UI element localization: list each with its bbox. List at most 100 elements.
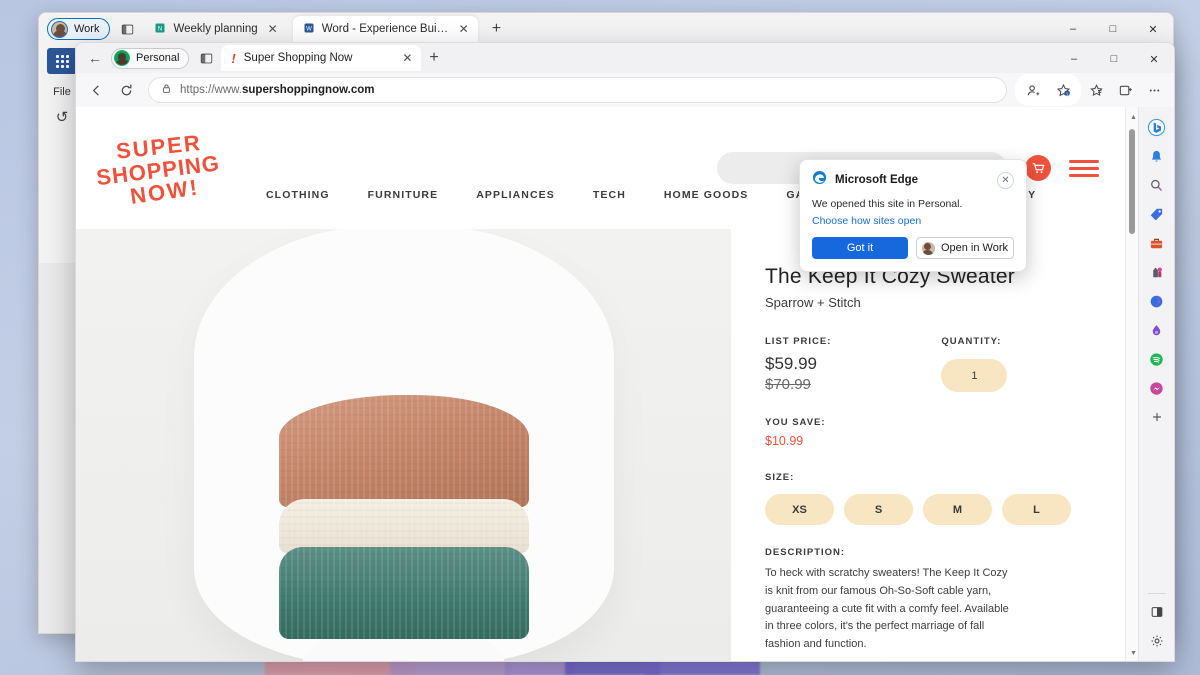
tab-actions-icon[interactable] [116, 18, 138, 40]
address-bar-url: https://www.supershoppingnow.com [180, 84, 374, 96]
open-in-work-label: Open in Work [941, 242, 1008, 254]
spotify-icon[interactable] [1143, 345, 1171, 373]
you-save-value: $10.99 [765, 434, 1095, 448]
word-tab-weekly-planning[interactable]: N Weekly planning ✕ [144, 16, 286, 43]
you-save-label: YOU SAVE: [765, 417, 1095, 428]
close-icon[interactable]: ✕ [456, 23, 472, 35]
choose-how-sites-open-link[interactable]: Choose how sites open [812, 215, 1014, 227]
shopping-cart-icon[interactable] [1025, 155, 1051, 181]
minimize-button[interactable]: – [1053, 13, 1093, 45]
size-block: SIZE: XS S M L [765, 472, 1095, 525]
refresh-icon[interactable] [112, 76, 140, 104]
page-scrollbar[interactable]: ▲ ▼ [1125, 107, 1138, 662]
maximize-button[interactable]: □ [1094, 43, 1134, 75]
size-label: SIZE: [765, 472, 1095, 483]
close-button[interactable]: ✕ [1134, 43, 1174, 75]
savings-block: YOU SAVE: $10.99 [765, 417, 1095, 448]
tab-label: Weekly planning [173, 23, 257, 35]
personal-profile-chip[interactable]: Personal [111, 48, 189, 69]
scroll-down-arrow-icon[interactable]: ▼ [1130, 650, 1137, 657]
tools-briefcase-icon[interactable] [1143, 229, 1171, 257]
close-icon[interactable]: ✕ [265, 23, 281, 35]
nav-item-appliances[interactable]: APPLIANCES [476, 189, 555, 201]
price-original: $70.99 [765, 376, 831, 393]
address-bar[interactable]: https://www.supershoppingnow.com [148, 77, 1007, 103]
sweater-teal [279, 547, 529, 639]
scrollbar-thumb[interactable] [1129, 129, 1135, 234]
lock-icon [161, 83, 172, 97]
edge-browser-window[interactable]: ← Personal ! Super Shopping Now ✕ + – □ … [75, 42, 1175, 662]
avatar [114, 50, 130, 66]
size-option-s[interactable]: S [844, 494, 913, 525]
got-it-button[interactable]: Got it [812, 237, 908, 259]
nav-item-clothing[interactable]: CLOTHING [266, 189, 330, 201]
description-text: To heck with scratchy sweaters! The Keep… [765, 565, 1010, 654]
edge-drop-icon[interactable] [1143, 287, 1171, 315]
games-icon[interactable] [1143, 258, 1171, 286]
tab-back-icon[interactable]: ← [82, 45, 108, 71]
split-screen-icon[interactable] [1111, 76, 1139, 104]
new-tab-button[interactable]: + [421, 50, 446, 66]
work-profile-chip[interactable]: Work [47, 18, 110, 40]
bing-copilot-icon[interactable] [1143, 113, 1171, 141]
work-profile-label: Work [74, 23, 99, 35]
size-option-m[interactable]: M [923, 494, 992, 525]
add-app-icon[interactable] [1143, 403, 1171, 431]
close-icon[interactable]: ✕ [399, 52, 415, 64]
scroll-up-arrow-icon[interactable]: ▲ [1130, 114, 1137, 121]
hamburger-menu-icon[interactable] [1069, 160, 1099, 177]
size-option-l[interactable]: L [1002, 494, 1071, 525]
app-grid-icon[interactable] [47, 48, 77, 74]
favorites-icon[interactable]: 1 [1049, 76, 1077, 104]
svg-text:W: W [306, 26, 312, 32]
edge-toolbar: https://www.supershoppingnow.com 1 [76, 73, 1174, 107]
back-arrow-icon[interactable] [82, 76, 110, 104]
edge-tab-bar: ← Personal ! Super Shopping Now ✕ + – □ … [76, 43, 1174, 73]
product-image[interactable] [76, 229, 731, 662]
open-in-work-button[interactable]: Open in Work [916, 237, 1014, 259]
nav-item-home-goods[interactable]: HOME GOODS [664, 189, 749, 201]
svg-text:N: N [158, 26, 162, 32]
tab-label: Super Shopping Now [244, 52, 353, 64]
exclamation-icon: ! [231, 52, 235, 65]
collections-icon[interactable] [1082, 76, 1110, 104]
shopping-tag-icon[interactable] [1143, 200, 1171, 228]
nav-item-furniture[interactable]: FURNITURE [368, 189, 439, 201]
description-block: DESCRIPTION: To heck with scratchy sweat… [765, 547, 1095, 654]
messenger-icon[interactable] [1143, 374, 1171, 402]
personal-profile-label: Personal [136, 52, 179, 64]
sweater-cream [279, 499, 529, 553]
nav-item-tech[interactable]: TECH [593, 189, 626, 201]
edge-window-controls: – □ ✕ [1054, 43, 1174, 73]
notifications-bell-icon[interactable] [1143, 142, 1171, 170]
split-pane-icon[interactable] [1143, 598, 1171, 626]
word-window-controls: – □ ✕ [1053, 13, 1173, 45]
list-price-label: LIST PRICE: [765, 336, 831, 347]
tab-actions-icon[interactable] [195, 47, 217, 69]
popup-body-text: We opened this site in Personal. [812, 198, 1014, 210]
profile-icon[interactable] [1019, 76, 1047, 104]
webpage-content: SUPER SHOPPING NOW! CLOTHING FURNITURE A… [76, 107, 1125, 662]
size-option-xs[interactable]: XS [765, 494, 834, 525]
edge-logo-icon [812, 170, 827, 190]
site-logo[interactable]: SUPER SHOPPING NOW! [98, 135, 263, 202]
browser-viewport: SUPER SHOPPING NOW! CLOTHING FURNITURE A… [76, 107, 1174, 662]
edge-tab-super-shopping-now[interactable]: ! Super Shopping Now ✕ [221, 45, 421, 71]
close-icon[interactable]: ✕ [997, 172, 1014, 189]
profile-pill[interactable]: 1 [1015, 74, 1081, 106]
maximize-button[interactable]: □ [1093, 13, 1133, 45]
more-icon[interactable] [1140, 76, 1168, 104]
minimize-button[interactable]: – [1054, 43, 1094, 75]
settings-gear-icon[interactable] [1143, 627, 1171, 655]
new-tab-button[interactable]: + [484, 21, 509, 37]
sweater-rust [279, 395, 529, 507]
close-button[interactable]: ✕ [1133, 13, 1173, 45]
drop-icon[interactable] [1143, 316, 1171, 344]
price-block: LIST PRICE: $59.99 $70.99 [765, 336, 831, 393]
edge-profile-popup[interactable]: Microsoft Edge ✕ We opened this site in … [799, 159, 1027, 272]
quantity-stepper[interactable]: 1 [941, 359, 1007, 392]
word-tab-experience-built-for-focus[interactable]: W Word - Experience Built for Focus ✕ [293, 16, 478, 43]
search-icon[interactable] [1143, 171, 1171, 199]
avatar [922, 242, 935, 255]
product-details: The Keep It Cozy Sweater Sparrow + Stitc… [731, 229, 1125, 662]
